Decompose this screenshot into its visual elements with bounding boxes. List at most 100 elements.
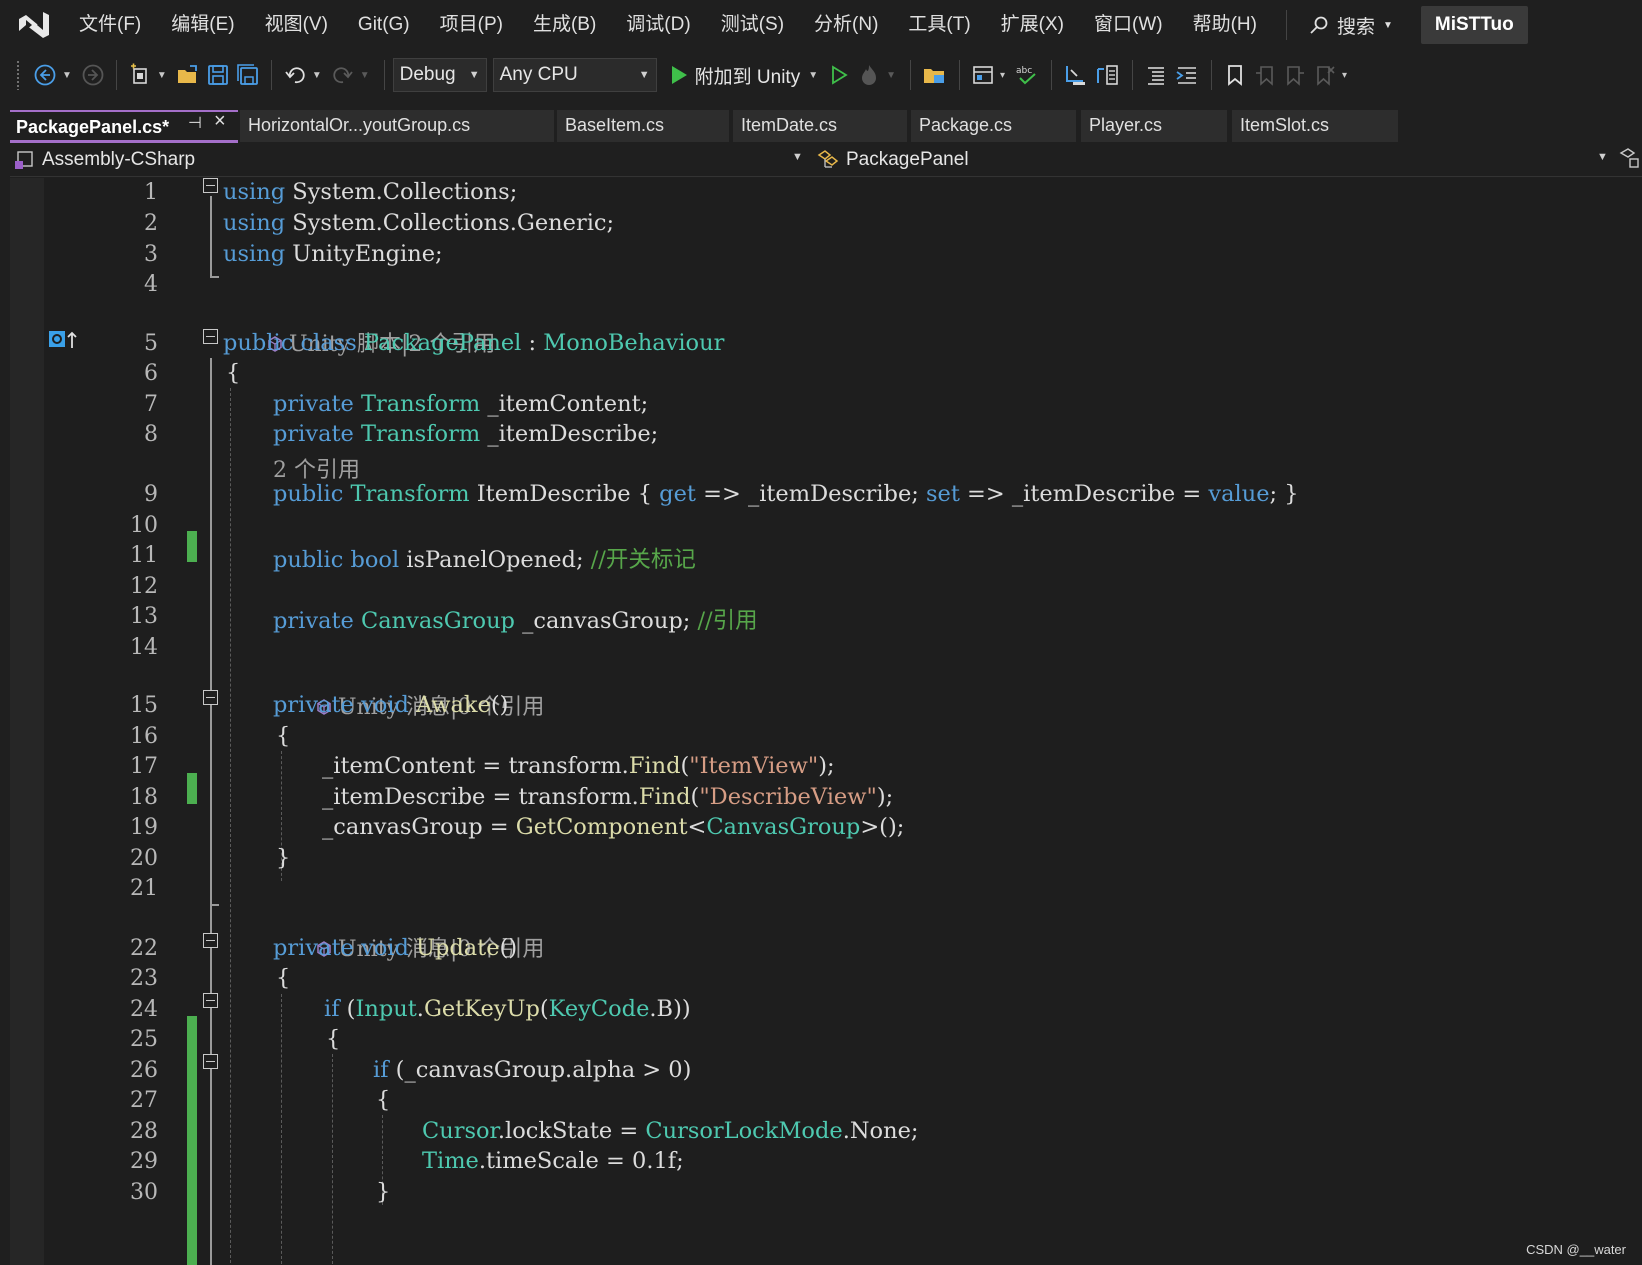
undo-button[interactable] bbox=[280, 57, 310, 93]
code-line: 17 _itemContent = transform.Find("ItemVi… bbox=[10, 752, 1642, 783]
spell-check-button[interactable]: abc bbox=[1011, 57, 1043, 93]
code-token: public class bbox=[223, 330, 364, 356]
format-lines-button[interactable] bbox=[1141, 57, 1171, 93]
chevron-down-icon[interactable]: ▼ bbox=[792, 151, 803, 163]
code-token: ); bbox=[876, 784, 894, 810]
tab-package[interactable]: Package.cs bbox=[911, 110, 1076, 142]
menu-analyze[interactable]: 分析(N) bbox=[799, 7, 893, 43]
save-all-button[interactable] bbox=[233, 57, 263, 93]
code-token: using bbox=[223, 210, 286, 236]
chevron-down-icon[interactable]: ▼ bbox=[157, 70, 167, 81]
codelens-line: Unity 脚本|2 个引用 bbox=[10, 298, 1642, 357]
comment-lines-button[interactable] bbox=[1171, 57, 1203, 93]
type-dropdown[interactable]: PackagePanel bbox=[816, 145, 969, 175]
navigate-back-button[interactable] bbox=[30, 57, 60, 93]
member-dropdown-icon[interactable] bbox=[1618, 145, 1642, 176]
visual-studio-logo-icon[interactable] bbox=[16, 7, 52, 43]
attach-to-unity-button[interactable]: 附加到 Unity bbox=[663, 62, 807, 89]
project-dropdown[interactable]: Assembly-CSharp bbox=[14, 145, 195, 175]
window-layout-button[interactable] bbox=[968, 57, 998, 93]
menu-debug[interactable]: 调试(D) bbox=[611, 7, 705, 43]
search-button[interactable]: 搜索 ▼ bbox=[1299, 7, 1403, 43]
code-text: using System.Collections; bbox=[223, 179, 517, 205]
line-number: 23 bbox=[130, 966, 158, 991]
solution-name-badge[interactable]: MiSTTuo bbox=[1420, 6, 1528, 44]
solution-explorer-button[interactable] bbox=[919, 57, 951, 93]
tab-label: PackagePanel.cs* bbox=[16, 117, 170, 137]
menu-bar: 文件(F) 编辑(E) 视图(V) Git(G) 项目(P) 生成(B) 调试(… bbox=[0, 0, 1642, 50]
step-into-icon bbox=[1066, 66, 1086, 85]
pin-tab-icon[interactable]: ⊣ bbox=[188, 113, 202, 133]
menu-help[interactable]: 帮助(H) bbox=[1178, 7, 1272, 43]
chevron-down-icon[interactable]: ▾ bbox=[1000, 70, 1005, 81]
tab-label: ItemSlot.cs bbox=[1240, 115, 1330, 135]
code-line: 19 _canvasGroup = GetComponent<CanvasGro… bbox=[10, 813, 1642, 844]
code-text: private void Awake() bbox=[273, 692, 508, 718]
navigate-forward-button[interactable] bbox=[78, 57, 108, 93]
menu-project[interactable]: 项目(P) bbox=[425, 7, 518, 43]
menu-edit[interactable]: 编辑(E) bbox=[156, 7, 249, 43]
code-text: { bbox=[276, 723, 290, 749]
spell-check-icon: abc bbox=[1016, 66, 1036, 85]
menu-extensions[interactable]: 扩展(X) bbox=[986, 7, 1079, 43]
tab-player[interactable]: Player.cs bbox=[1081, 110, 1227, 142]
toolbar-overflow-icon[interactable]: ▾ bbox=[1342, 70, 1347, 81]
codelens-line: Unity 消息|0 个引用 bbox=[10, 903, 1642, 962]
menu-build[interactable]: 生成(B) bbox=[518, 7, 611, 43]
menu-view[interactable]: 视图(V) bbox=[250, 7, 343, 43]
tab-baseitem[interactable]: BaseItem.cs bbox=[557, 110, 729, 142]
tab-packagepanel[interactable]: PackagePanel.cs* bbox=[10, 110, 238, 142]
code-text: using UnityEngine; bbox=[223, 241, 443, 267]
next-bookmark-button[interactable] bbox=[1280, 57, 1310, 93]
code-text: { bbox=[326, 1026, 340, 1052]
open-folder-icon bbox=[177, 65, 197, 83]
chevron-down-icon[interactable]: ▼ bbox=[360, 70, 370, 81]
menu-window[interactable]: 窗口(W) bbox=[1079, 7, 1178, 43]
code-token: . bbox=[416, 996, 424, 1022]
toggle-bookmark-button[interactable] bbox=[1220, 57, 1250, 93]
platform-select[interactable]: Any CPU ▼ bbox=[492, 58, 657, 92]
code-editor[interactable]: 1 using System.Collections; 2 using Syst… bbox=[10, 178, 1642, 1265]
chevron-down-icon[interactable]: ▼ bbox=[62, 70, 72, 81]
open-file-button[interactable] bbox=[173, 57, 203, 93]
menu-git[interactable]: Git(G) bbox=[343, 7, 425, 43]
step-over-button[interactable] bbox=[1092, 57, 1124, 93]
chevron-down-icon[interactable]: ▼ bbox=[1597, 151, 1608, 163]
step-into-button[interactable] bbox=[1060, 57, 1092, 93]
code-token: } bbox=[276, 845, 291, 871]
menu-tools[interactable]: 工具(T) bbox=[893, 7, 985, 43]
tab-horizontallayoutgroup[interactable]: HorizontalOr...youtGroup.cs bbox=[240, 110, 554, 142]
chevron-down-icon[interactable]: ▼ bbox=[808, 70, 818, 81]
line-number: 3 bbox=[144, 242, 158, 267]
previous-bookmark-button[interactable] bbox=[1250, 57, 1280, 93]
code-line: 24 if (Input.GetKeyUp(KeyCode.B)) bbox=[10, 995, 1642, 1026]
chevron-down-icon[interactable]: ▼ bbox=[312, 70, 322, 81]
redo-button[interactable] bbox=[328, 57, 358, 93]
chevron-down-icon[interactable]: ▼ bbox=[886, 70, 896, 81]
hot-reload-button[interactable] bbox=[854, 57, 884, 93]
active-tab-indicator bbox=[10, 140, 238, 143]
code-line: 12 bbox=[10, 572, 1642, 603]
menu-file[interactable]: 文件(F) bbox=[64, 7, 156, 43]
code-line: 8 private Transform _itemDescribe; bbox=[10, 420, 1642, 451]
toolbar-grip-icon[interactable] bbox=[16, 60, 20, 90]
tab-itemdate[interactable]: ItemDate.cs bbox=[733, 110, 907, 142]
code-token: GetKeyUp bbox=[423, 996, 540, 1022]
code-line: 20 } bbox=[10, 844, 1642, 875]
code-line: 15 private void Awake() bbox=[10, 691, 1642, 722]
comment-lines-icon bbox=[1176, 67, 1197, 84]
close-icon[interactable]: × bbox=[214, 110, 226, 133]
new-project-button[interactable] bbox=[125, 57, 155, 93]
tab-itemslot[interactable]: ItemSlot.cs bbox=[1232, 110, 1398, 142]
code-token: .B)) bbox=[649, 996, 691, 1022]
menu-test[interactable]: 测试(S) bbox=[706, 7, 799, 43]
configuration-select[interactable]: Debug ▼ bbox=[392, 58, 487, 92]
code-line: 6 { bbox=[10, 359, 1642, 390]
code-line: 4 bbox=[10, 270, 1642, 301]
type-name: PackagePanel bbox=[846, 149, 969, 170]
line-number: 17 bbox=[130, 754, 158, 779]
start-without-debugging-button[interactable] bbox=[824, 57, 854, 93]
clear-bookmarks-button[interactable] bbox=[1310, 57, 1340, 93]
code-line: 1 using System.Collections; bbox=[10, 178, 1642, 209]
save-button[interactable] bbox=[203, 57, 233, 93]
